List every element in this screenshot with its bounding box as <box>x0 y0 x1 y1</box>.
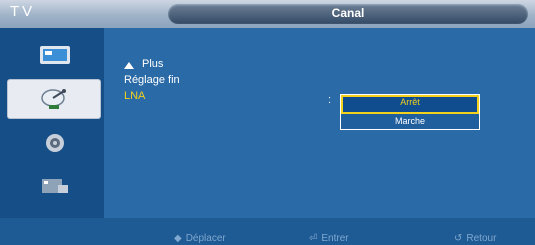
sidebar <box>0 28 104 218</box>
menu-item-lna[interactable]: LNA <box>124 90 145 102</box>
menu-item-fine-tune[interactable]: Réglage fin <box>124 74 180 86</box>
footer-hints: ◆ Déplacer ⏎ Entrer ↺ Retour <box>0 218 535 245</box>
lna-dropdown[interactable]: Arrêt Marche <box>340 94 480 130</box>
return-icon: ↺ <box>454 233 463 244</box>
sidebar-item-input[interactable] <box>8 168 100 206</box>
move-icon: ◆ <box>174 233 182 244</box>
hint-move-label: Déplacer <box>185 233 226 244</box>
tv-osd-menu: TV Canal Plus Réglage fin LNA: Arrêt Ma… <box>0 0 535 245</box>
sidebar-item-setup[interactable] <box>8 124 100 162</box>
tv-label: TV <box>10 3 36 20</box>
hint-return-label: Retour <box>466 233 497 244</box>
channel-settings-panel: Plus Réglage fin LNA : Arrêt Marche <box>104 28 535 218</box>
up-arrow-icon <box>124 62 134 69</box>
value-separator: : <box>328 94 332 106</box>
sidebar-item-channel[interactable] <box>8 80 100 118</box>
hint-enter: ⏎ Entrer <box>309 233 349 244</box>
hint-move: ◆ Déplacer <box>174 233 226 244</box>
hint-enter-label: Entrer <box>321 233 349 244</box>
picture-icon <box>40 46 70 64</box>
enter-icon: ⏎ <box>309 233 318 244</box>
menu-item-more[interactable]: Plus <box>142 58 163 70</box>
option-off[interactable]: Arrêt <box>341 95 479 114</box>
hint-return: ↺ Retour <box>454 233 496 244</box>
footer-bar: ◆ Déplacer ⏎ Entrer ↺ Retour <box>104 223 535 245</box>
title-bar: Canal <box>168 4 528 24</box>
sidebar-item-picture[interactable] <box>8 36 100 74</box>
menu-header: TV Canal <box>0 0 535 28</box>
input-icon <box>42 179 68 193</box>
gear-icon <box>46 134 64 152</box>
option-on[interactable]: Marche <box>341 114 479 129</box>
satellite-dish-icon <box>41 89 66 109</box>
page-title: Canal <box>331 6 365 20</box>
